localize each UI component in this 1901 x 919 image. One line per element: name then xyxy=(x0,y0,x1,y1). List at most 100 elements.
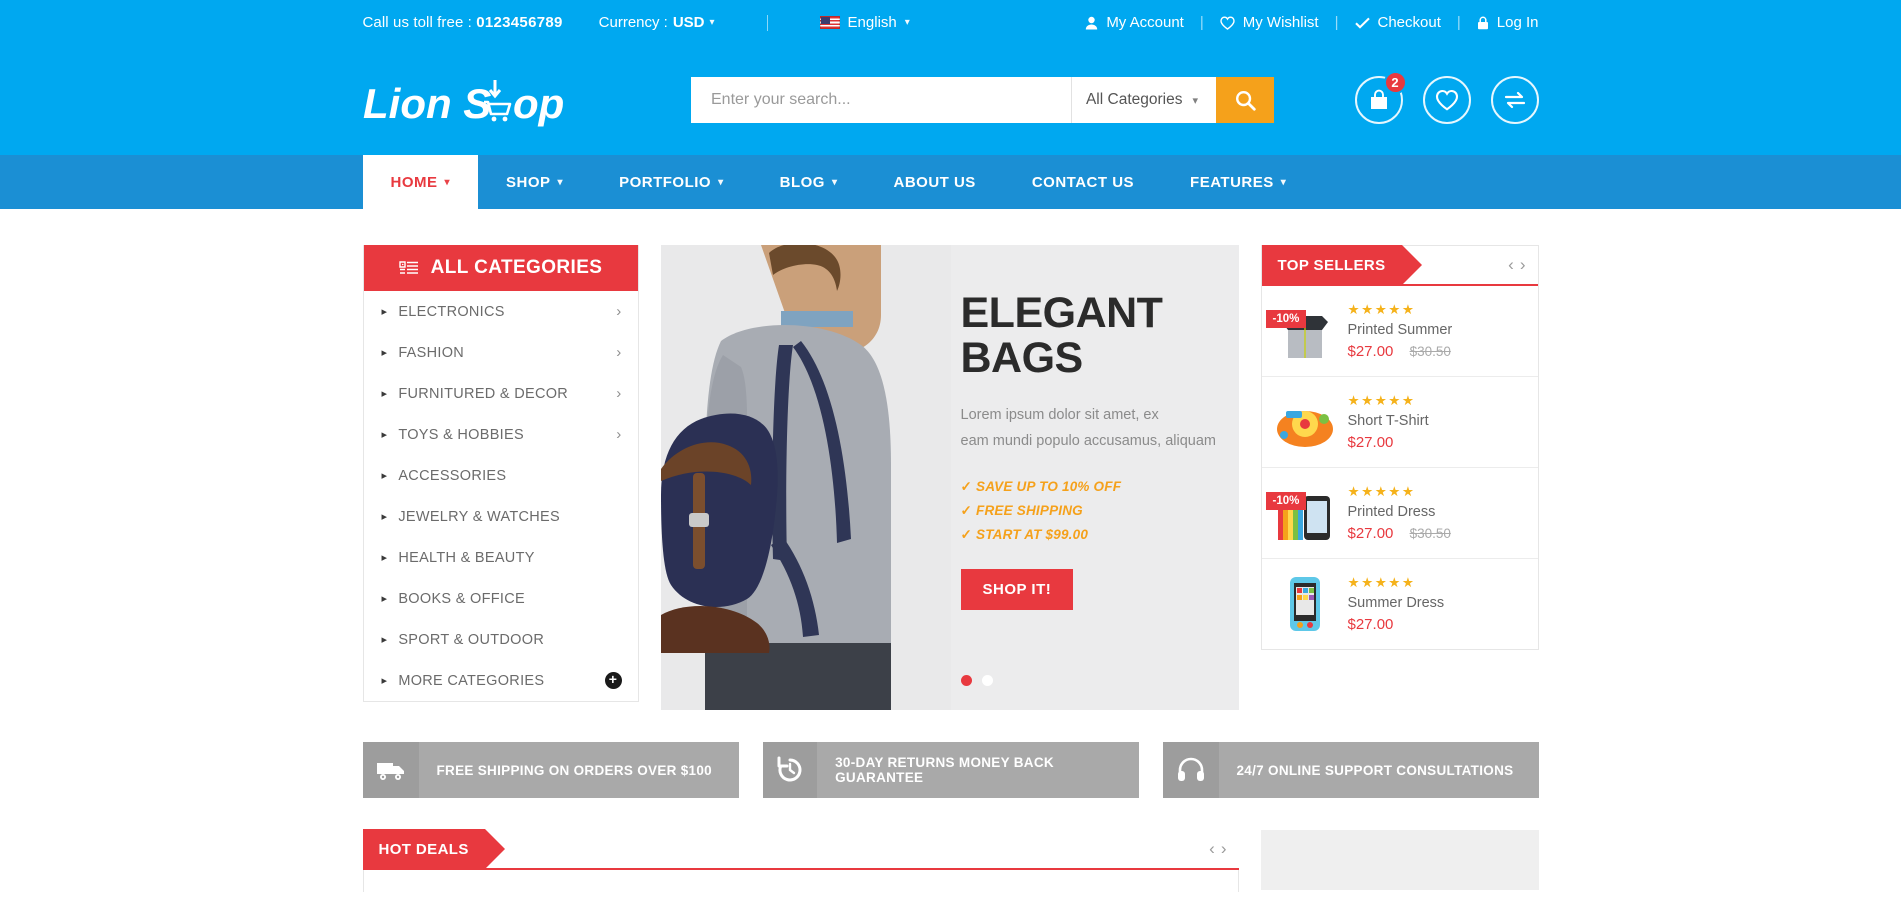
site-logo[interactable]: Lion S op xyxy=(363,70,563,130)
product-row[interactable]: -10% ★★★★★ Printed Dress $27.00 $30.50 xyxy=(1261,468,1538,559)
top-sellers-panel: TOP SELLERS ‹ › -10% ★★★★★ Printed Summe… xyxy=(1260,245,1539,650)
all-categories-panel: ALL CATEGORIES ▸ ELECTRONICS › ▸ FASHION… xyxy=(362,245,639,702)
cart-icon xyxy=(1367,88,1391,112)
bullet-arrow-icon: ▸ xyxy=(381,306,388,318)
category-item-more-categories[interactable]: ▸ MORE CATEGORIES + xyxy=(364,660,638,701)
topbar-links: My Account | My Wishlist | Checkout | Lo… xyxy=(1085,14,1539,31)
next-button[interactable]: › xyxy=(1520,255,1526,275)
wishlist-button[interactable] xyxy=(1422,76,1471,124)
category-label: FASHION xyxy=(398,344,465,361)
currency-selector[interactable]: Currency : USD ▾ xyxy=(599,14,715,31)
hero-description: Lorem ipsum dolor sit amet, ex eam mundi… xyxy=(961,403,1229,455)
product-row[interactable]: ★★★★★ Summer Dress $27.00 xyxy=(1262,559,1538,649)
product-row[interactable]: -10% ★★★★★ Printed Summer $27.00 $30.50 xyxy=(1261,286,1538,377)
service-banner-returns[interactable]: 30-DAY RETURNS MONEY BACK GUARANTEE xyxy=(762,742,1139,798)
product-rating: ★★★★★ xyxy=(1347,393,1416,408)
compare-icon xyxy=(1503,90,1527,110)
prev-button[interactable]: ‹ xyxy=(1209,839,1215,859)
category-label: JEWELRY & WATCHES xyxy=(398,508,561,525)
hero-promo-item: ✓ START AT $99.00 xyxy=(961,523,1229,547)
bullet-arrow-icon: ▸ xyxy=(381,347,388,359)
truck-icon xyxy=(362,742,419,798)
chevron-right-icon: › xyxy=(616,426,622,443)
divider: | xyxy=(1334,14,1339,31)
hero-desc-line2: eam mundi populo accusamus, aliquam xyxy=(960,433,1217,450)
topbar-link-my-account[interactable]: My Account xyxy=(1085,14,1184,31)
product-price: $27.00 xyxy=(1347,343,1394,360)
nav-item-features[interactable]: FEATURES ▾ xyxy=(1162,155,1314,209)
nav-item-label: CONTACT US xyxy=(1031,173,1135,191)
hero-promo-item: ✓ FREE SHIPPING xyxy=(961,499,1229,523)
service-banner-free-shipping[interactable]: FREE SHIPPING ON ORDERS OVER $100 xyxy=(362,742,739,798)
search-category-dropdown[interactable]: All Categories ▾ xyxy=(1070,77,1216,123)
category-item-electronics[interactable]: ▸ ELECTRONICS › xyxy=(364,291,638,332)
header-action-icons: 2 xyxy=(1354,71,1539,124)
category-item-toys-hobbies[interactable]: ▸ TOYS & HOBBIES › xyxy=(364,414,638,455)
us-flag-icon xyxy=(819,16,840,29)
nav-list: HOME ▾ SHOP ▾ PORTFOLIO ▾ BLOG ▾ ABOUT U… xyxy=(362,155,1315,209)
category-item-accessories[interactable]: ▸ ACCESSORIES xyxy=(364,455,638,496)
hero-promo-list: ✓ SAVE UP TO 10% OFF ✓ FREE SHIPPING ✓ STAR… xyxy=(961,475,1229,547)
prev-button[interactable]: ‹ xyxy=(1508,255,1514,275)
language-selector[interactable]: English ▾ xyxy=(819,14,910,31)
category-item-jewelry-watches[interactable]: ▸ JEWELRY & WATCHES xyxy=(364,496,638,537)
nav-item-shop[interactable]: SHOP ▾ xyxy=(478,155,591,209)
nav-item-blog[interactable]: BLOG ▾ xyxy=(752,155,866,209)
chevron-down-icon: ▾ xyxy=(831,176,838,188)
product-rating: ★★★★★ xyxy=(1347,484,1416,499)
nav-item-home[interactable]: HOME ▾ xyxy=(362,155,479,209)
topbar-left: Call us toll free : 0123456789 Currency … xyxy=(363,14,910,31)
service-banner-support[interactable]: 24/7 ONLINE SUPPORT CONSULTATIONS xyxy=(1162,742,1539,798)
hero-carousel[interactable]: ELEGANT BAGS Lorem ipsum dolor sit amet,… xyxy=(660,245,1239,710)
topbar-link-checkout[interactable]: Checkout xyxy=(1354,14,1441,31)
compare-button[interactable] xyxy=(1490,76,1539,124)
search-category-label: All Categories xyxy=(1085,91,1183,108)
carousel-dot-1[interactable] xyxy=(960,675,972,686)
topbar-link-log-in[interactable]: Log In xyxy=(1477,14,1539,31)
category-item-fashion[interactable]: ▸ FASHION › xyxy=(364,332,638,373)
category-item-furnitured-decor[interactable]: ▸ FURNITURED & DECOR › xyxy=(364,373,638,414)
top-sellers-header: TOP SELLERS ‹ › xyxy=(1261,245,1538,286)
hot-deals-header: HOT DEALS ‹ › xyxy=(362,829,1239,870)
category-item-health-beauty[interactable]: ▸ HEALTH & BEAUTY xyxy=(364,537,638,578)
all-categories-header: ALL CATEGORIES xyxy=(363,245,638,291)
shop-it-button[interactable]: SHOP IT! xyxy=(960,568,1074,610)
category-label: ELECTRONICS xyxy=(398,303,505,320)
main-navigation: HOME ▾ SHOP ▾ PORTFOLIO ▾ BLOG ▾ ABOUT U… xyxy=(0,155,1901,209)
toll-free-number: 0123456789 xyxy=(476,14,563,31)
chevron-down-icon: ▾ xyxy=(904,17,910,28)
product-thumbnail-short-t-shirt xyxy=(1274,391,1336,453)
cart-button[interactable]: 2 xyxy=(1354,71,1407,124)
nav-item-contact-us[interactable]: CONTACT US xyxy=(1004,155,1162,209)
product-row[interactable]: ★★★★★ Short T-Shirt $27.00 xyxy=(1261,377,1538,468)
top-utility-bar: Call us toll free : 0123456789 Currency … xyxy=(0,0,1901,45)
bullet-arrow-icon: ▸ xyxy=(381,634,388,646)
check-tick-icon: ✓ xyxy=(960,526,973,542)
hot-deals-title: HOT DEALS xyxy=(362,829,506,869)
next-button[interactable]: › xyxy=(1221,839,1227,859)
topbar-link-my-wishlist[interactable]: My Wishlist xyxy=(1220,14,1319,31)
chevron-down-icon: ▾ xyxy=(557,176,564,188)
topbar-link-label: My Account xyxy=(1106,14,1184,31)
category-item-books-office[interactable]: ▸ BOOKS & OFFICE xyxy=(364,578,638,619)
search-input[interactable] xyxy=(691,77,1071,123)
wishlist-heart-icon xyxy=(1435,89,1459,111)
search-button[interactable] xyxy=(1216,77,1274,123)
carousel-dot-2[interactable] xyxy=(981,675,993,686)
hero-promo-label: FREE SHIPPING xyxy=(976,502,1083,518)
nav-item-label: FEATURES xyxy=(1190,173,1274,191)
hot-deals-panel: HOT DEALS ‹ › xyxy=(362,829,1239,892)
nav-item-portfolio[interactable]: PORTFOLIO ▾ xyxy=(591,155,752,209)
currency-label: Currency : xyxy=(598,14,668,31)
product-name: Printed Dress xyxy=(1347,504,1436,520)
plus-icon[interactable]: + xyxy=(604,672,622,689)
category-label: MORE CATEGORIES xyxy=(398,672,545,689)
chevron-right-icon: › xyxy=(616,344,622,361)
product-thumbnail-summer-dress xyxy=(1274,573,1336,635)
hot-deals-nav: ‹ › xyxy=(1209,839,1238,859)
product-price: $27.00 xyxy=(1347,616,1394,633)
nav-item-about-us[interactable]: ABOUT US xyxy=(865,155,1003,209)
service-banner-label: 30-DAY RETURNS MONEY BACK GUARANTEE xyxy=(835,755,1054,785)
category-label: FURNITURED & DECOR xyxy=(398,385,569,402)
category-item-sport-outdoor[interactable]: ▸ SPORT & OUTDOOR xyxy=(364,619,638,660)
